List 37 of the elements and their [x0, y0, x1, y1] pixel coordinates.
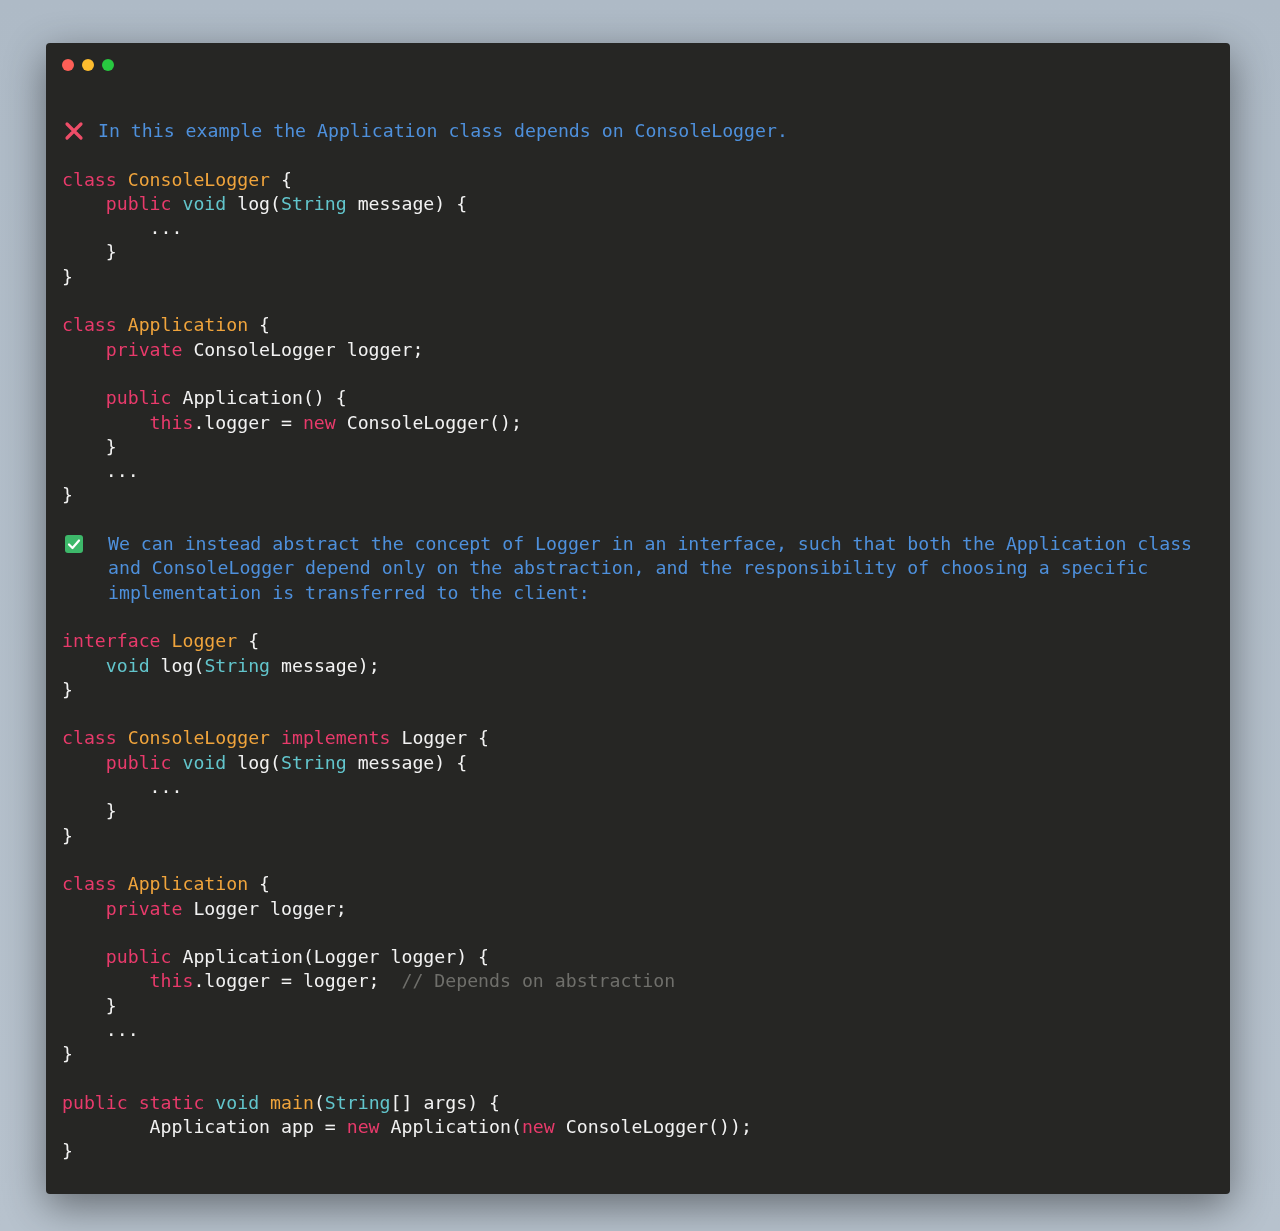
- code-line: class Application {: [62, 313, 271, 338]
- code-line: }: [104, 434, 117, 459]
- code-line: ...: [104, 459, 139, 484]
- code-line: ...: [148, 216, 183, 241]
- code-line: }: [62, 677, 73, 702]
- code-line: private Logger logger;: [104, 896, 347, 921]
- checkbox-icon: [64, 534, 84, 555]
- code-line: }: [104, 993, 117, 1018]
- code-line: this.logger = logger; // Depends on abstraction: [148, 969, 676, 994]
- code-line: class ConsoleLogger {: [62, 167, 292, 192]
- code-line: }: [62, 483, 73, 508]
- close-button[interactable]: [62, 59, 74, 71]
- note-text: In this example the Application class depends on ConsoleLogger.: [98, 119, 788, 143]
- code-line: }: [104, 240, 117, 265]
- code-line: public Application(Logger logger) {: [104, 945, 490, 970]
- code-line: ...: [148, 775, 183, 799]
- code-line: Application app = new Application(new ConsoleLogger());: [148, 1115, 752, 1140]
- code-line: }: [62, 823, 73, 848]
- code-line: interface Logger {: [62, 629, 260, 654]
- code-line: }: [62, 264, 73, 289]
- code-line: }: [62, 1042, 73, 1067]
- code-line: class ConsoleLogger implements Logger {: [62, 726, 490, 751]
- cross-icon: [64, 121, 84, 141]
- code-line: }: [62, 1139, 73, 1164]
- code-line: public Application() {: [104, 386, 347, 411]
- note-text: We can instead abstract the concept of Logger in an interface, such that both the Application class and ConsoleLogger depend only on the abstraction, and the responsibility of choosing a specific implementation is transferred to the client:: [108, 532, 1194, 605]
- code-line: ...: [104, 1018, 139, 1042]
- code-line: public void log(String message) {: [104, 750, 468, 775]
- code-line: this.logger = new ConsoleLogger();: [148, 410, 522, 435]
- code-line: class Application {: [62, 872, 271, 897]
- code-line: void log(String message);: [104, 653, 380, 678]
- minimize-button[interactable]: [82, 59, 94, 71]
- code-line: }: [104, 799, 117, 824]
- zoom-button[interactable]: [102, 59, 114, 71]
- code-line: public static void main(String[] args) {: [62, 1090, 501, 1115]
- code-line: private ConsoleLogger logger;: [104, 337, 424, 362]
- code-line: public void log(String message) {: [104, 191, 468, 216]
